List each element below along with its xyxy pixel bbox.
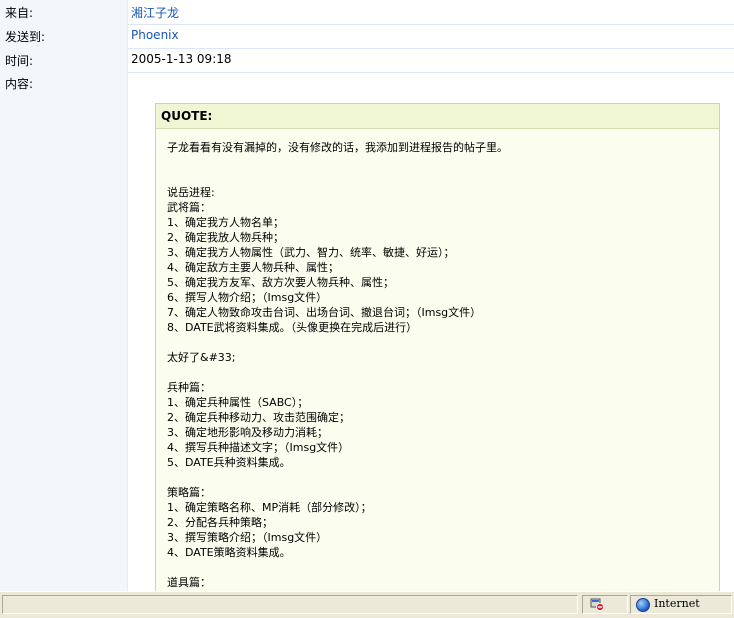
zone-label: Internet xyxy=(654,597,700,610)
to-label: 发送到: xyxy=(5,30,46,44)
message-page: 来自: 湘江子龙 发送到: Phoenix 时间: 2005-1-13 09:1… xyxy=(0,0,734,591)
blocked-icon[interactable] xyxy=(590,597,604,611)
status-security-pane[interactable] xyxy=(582,595,628,614)
time-row: 时间: 2005-1-13 09:18 xyxy=(0,48,734,73)
from-row: 来自: 湘江子龙 xyxy=(0,0,734,25)
quote-box: QUOTE: 子龙看看有没有漏掉的，没有修改的话，我添加到进程报告的帖子里。 说… xyxy=(155,103,720,591)
to-row: 发送到: Phoenix xyxy=(0,24,734,49)
from-label: 来自: xyxy=(5,6,34,20)
from-link[interactable]: 湘江子龙 xyxy=(131,4,179,21)
status-main-pane xyxy=(2,595,578,614)
to-link[interactable]: Phoenix xyxy=(131,28,179,42)
time-label: 时间: xyxy=(5,54,34,68)
quote-header: QUOTE: xyxy=(156,104,719,129)
content-label-cell: 内容: xyxy=(0,72,128,591)
quote-body: 子龙看看有没有漏掉的，没有修改的话，我添加到进程报告的帖子里。 说岳进程: 武将… xyxy=(167,141,508,589)
globe-icon xyxy=(636,598,650,612)
status-bar xyxy=(0,591,734,618)
to-label-cell: 发送到: xyxy=(0,24,128,48)
time-value: 2005-1-13 09:18 xyxy=(131,52,232,66)
time-label-cell: 时间: xyxy=(0,48,128,72)
content-label: 内容: xyxy=(5,77,34,91)
from-label-cell: 来自: xyxy=(0,0,128,24)
